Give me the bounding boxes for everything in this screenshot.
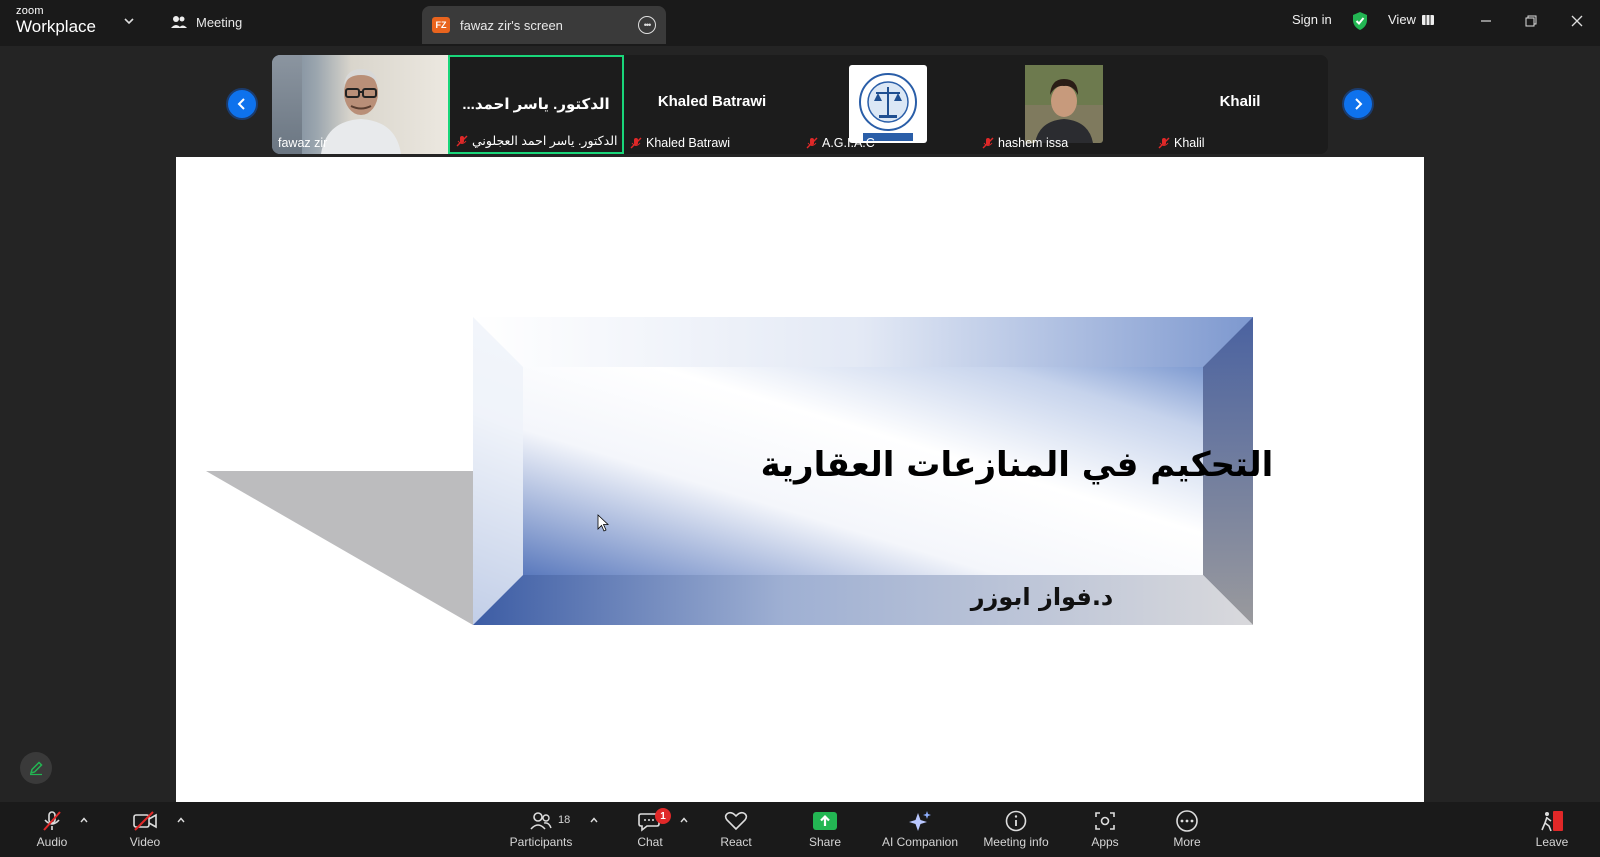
chevron-up-icon[interactable] bbox=[589, 816, 599, 824]
chat-label: Chat bbox=[637, 835, 663, 849]
sign-in-button[interactable]: Sign in bbox=[1292, 12, 1332, 27]
participant-tile[interactable]: Khaled Batrawi Khaled Batrawi bbox=[624, 55, 800, 154]
heart-icon bbox=[724, 811, 748, 831]
slide-title: التحكيم في المنازعات العقارية bbox=[760, 445, 1274, 485]
more-icon bbox=[1176, 810, 1198, 832]
tile-label: الدكتور. ياسر احمد العجلوني bbox=[472, 134, 618, 148]
participant-name: Khalil bbox=[1158, 136, 1205, 150]
audio-button[interactable]: Audio bbox=[32, 802, 72, 857]
meeting-label: Meeting bbox=[196, 14, 243, 30]
restore-icon[interactable] bbox=[1521, 11, 1541, 31]
share-screen-icon bbox=[813, 812, 837, 830]
participant-tile[interactable]: fawaz zir bbox=[272, 55, 448, 154]
view-label: View bbox=[1388, 12, 1416, 27]
chevron-up-icon[interactable] bbox=[176, 816, 186, 824]
brand-small: zoom bbox=[16, 5, 44, 17]
shield-check-icon[interactable] bbox=[1351, 11, 1369, 31]
presenter-badge: FZ bbox=[432, 17, 450, 33]
react-label: React bbox=[720, 835, 752, 849]
annotate-button[interactable] bbox=[20, 752, 52, 784]
ai-companion-label: AI Companion bbox=[881, 835, 959, 849]
participants-label: Participants bbox=[509, 835, 573, 849]
share-button[interactable]: Share bbox=[805, 802, 845, 857]
participant-tile[interactable]: hashem issa bbox=[976, 55, 1152, 154]
meeting-toolbar bbox=[0, 802, 1600, 857]
apps-icon bbox=[1095, 812, 1115, 830]
participant-display-name: Khaled Batrawi bbox=[657, 93, 767, 110]
tile-label: fawaz zir bbox=[278, 136, 328, 150]
meeting-info-label: Meeting info bbox=[983, 835, 1049, 849]
more-options-icon[interactable]: ••• bbox=[638, 16, 656, 34]
more-button[interactable]: More bbox=[1166, 802, 1208, 857]
participants-button[interactable]: Participants bbox=[508, 802, 574, 857]
share-label: Share bbox=[808, 835, 842, 849]
mic-muted-icon bbox=[806, 137, 818, 149]
tab-title: fawaz zir's screen bbox=[460, 17, 563, 33]
tile-label: A.G.I.A.C bbox=[822, 136, 875, 150]
participant-display-name: Khalil bbox=[1219, 93, 1261, 110]
participant-gallery: fawaz zir ...الدكتور. ياسر احمد الدكتور.… bbox=[272, 55, 1328, 154]
close-icon[interactable] bbox=[1567, 11, 1587, 31]
mic-muted-icon bbox=[43, 811, 61, 831]
ai-companion-button[interactable]: AI Companion bbox=[880, 802, 960, 857]
participant-photo-avatar bbox=[1025, 65, 1103, 143]
participant-name: الدكتور. ياسر احمد العجلوني bbox=[456, 133, 617, 148]
chevron-right-icon bbox=[1355, 98, 1363, 110]
video-button[interactable]: Video bbox=[124, 802, 166, 857]
minimize-icon[interactable] bbox=[1476, 11, 1496, 31]
react-button[interactable]: React bbox=[715, 802, 757, 857]
chevron-down-icon[interactable] bbox=[122, 14, 136, 28]
slide-author: د.فواز ابوزر bbox=[970, 583, 1114, 611]
meeting-info-button[interactable]: Meeting info bbox=[980, 802, 1052, 857]
zoom-logo: zoom Workplace bbox=[16, 5, 96, 36]
person-figure bbox=[321, 69, 401, 154]
sparkle-icon bbox=[909, 811, 931, 831]
mic-muted-icon bbox=[456, 135, 468, 146]
participant-name: fawaz zir bbox=[278, 136, 327, 150]
camera-off-icon bbox=[133, 811, 157, 831]
participant-name: A.G.I.A.C bbox=[806, 136, 875, 150]
participant-tile[interactable]: A.G.I.A.C bbox=[800, 55, 976, 154]
tile-label: hashem issa bbox=[998, 136, 1069, 150]
view-button[interactable]: View bbox=[1388, 12, 1434, 27]
participant-display-name: ...الدكتور. ياسر احمد bbox=[462, 96, 610, 113]
apps-label: Apps bbox=[1091, 835, 1119, 849]
audio-label: Audio bbox=[36, 835, 68, 849]
shared-screen: التحكيم في المنازعات العقارية د.فواز ابو… bbox=[176, 157, 1424, 802]
participants-icon bbox=[530, 812, 552, 830]
brand-large: Workplace bbox=[16, 17, 96, 36]
participants-count: 18 bbox=[558, 814, 571, 826]
participant-tile[interactable]: ...الدكتور. ياسر احمد الدكتور. ياسر احمد… bbox=[448, 55, 624, 154]
organization-logo-avatar bbox=[849, 65, 927, 143]
video-label: Video bbox=[129, 835, 161, 849]
chevron-left-icon bbox=[237, 98, 245, 110]
tab-screen-share[interactable]: FZ fawaz zir's screen ••• bbox=[422, 6, 666, 44]
mic-muted-icon bbox=[630, 137, 642, 149]
chevron-up-icon[interactable] bbox=[679, 816, 689, 824]
leave-label: Leave bbox=[1535, 835, 1569, 849]
mic-muted-icon bbox=[982, 137, 994, 149]
chat-unread-badge: 1 bbox=[655, 808, 671, 824]
mic-muted-icon bbox=[1158, 137, 1170, 149]
info-icon bbox=[1005, 810, 1027, 832]
participant-name: hashem issa bbox=[982, 136, 1068, 150]
leave-button[interactable]: Leave bbox=[1532, 802, 1572, 857]
grid-icon bbox=[1421, 14, 1434, 25]
title-bar: zoom Workplace Meeting FZ fawaz zir's sc… bbox=[0, 0, 1600, 46]
chevron-up-icon[interactable] bbox=[79, 816, 89, 824]
tile-label: Khalil bbox=[1174, 136, 1205, 150]
more-label: More bbox=[1173, 835, 1201, 849]
tile-label: Khaled Batrawi bbox=[646, 136, 731, 150]
pencil-icon bbox=[29, 761, 43, 776]
leave-door-icon bbox=[1541, 811, 1563, 832]
gallery-next-button[interactable] bbox=[1342, 88, 1374, 120]
participant-name: Khaled Batrawi bbox=[630, 136, 730, 150]
gallery-prev-button[interactable] bbox=[226, 88, 258, 120]
apps-button[interactable]: Apps bbox=[1084, 802, 1126, 857]
participant-tile[interactable]: Khalil Khalil bbox=[1152, 55, 1328, 154]
meeting-menu[interactable]: Meeting bbox=[170, 14, 242, 30]
people-icon bbox=[171, 16, 187, 28]
